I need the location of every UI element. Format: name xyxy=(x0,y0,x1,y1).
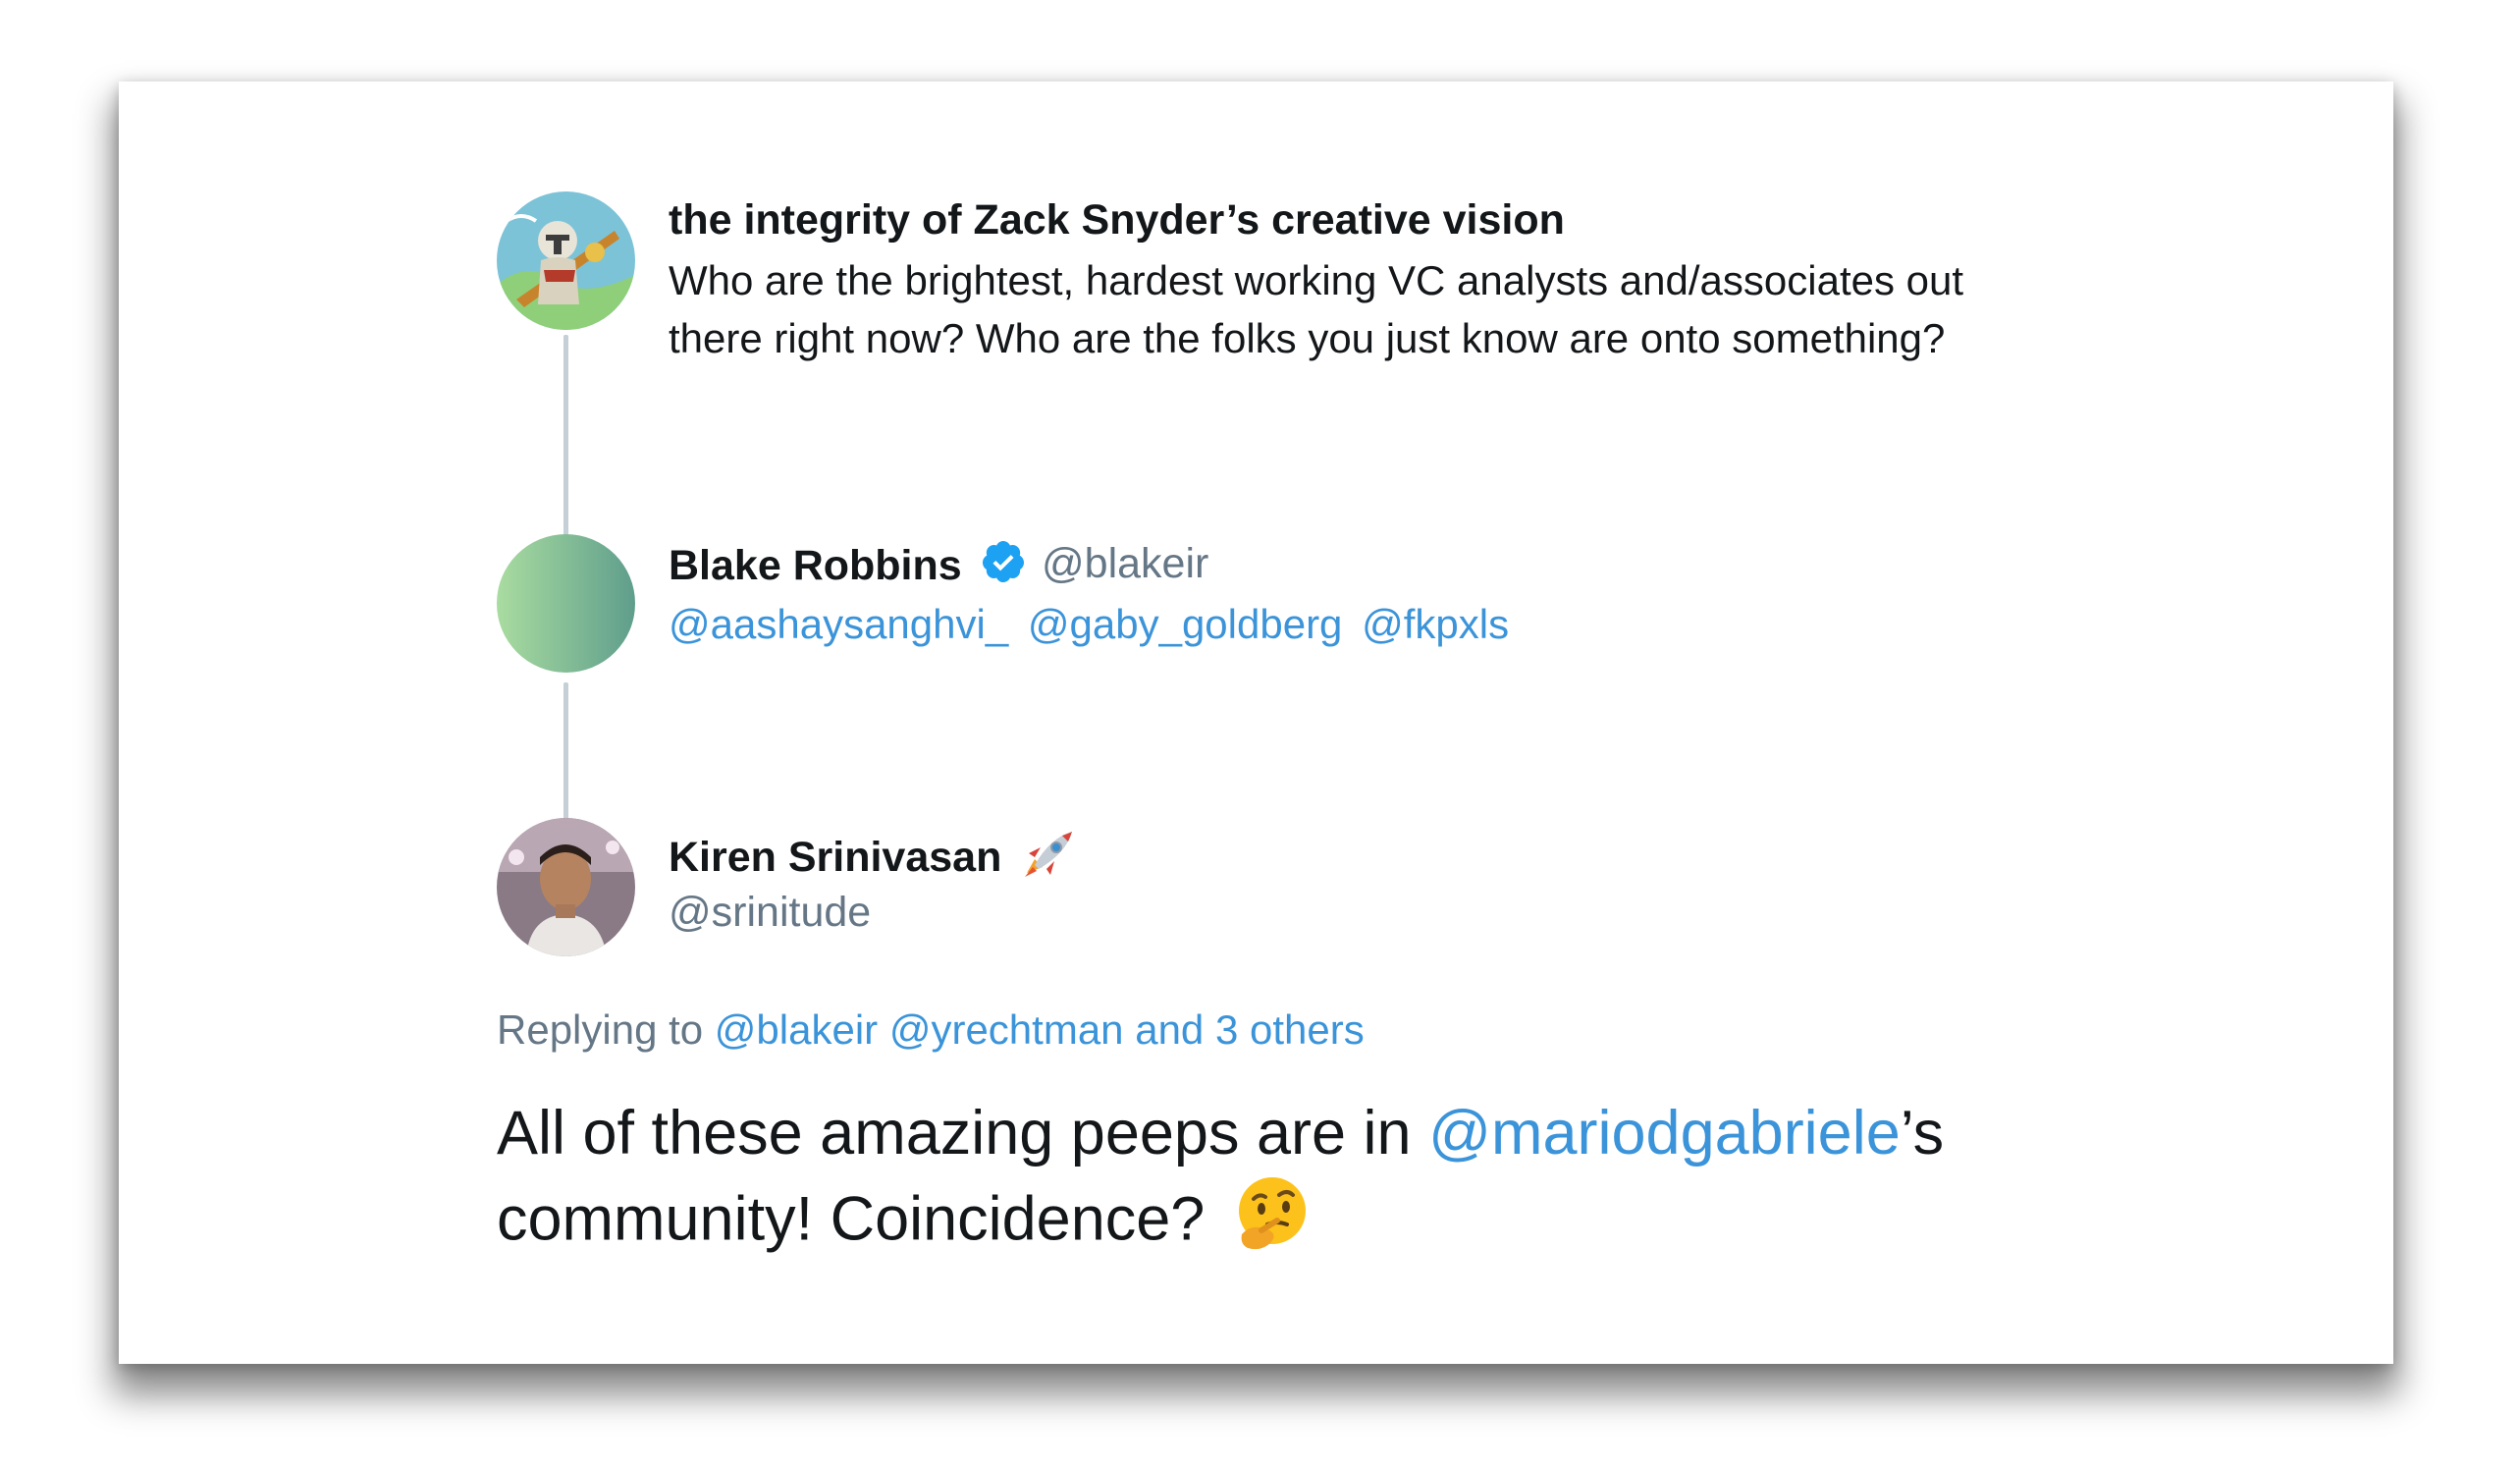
author-name-text: Blake Robbins xyxy=(669,542,962,589)
avatar[interactable] xyxy=(497,191,635,330)
author-display-name[interactable]: Blake Robbins xyxy=(669,538,1027,597)
reply-mention-link[interactable]: @yrechtman xyxy=(889,1006,1124,1053)
author-display-name[interactable]: Kiren Srinivasan xyxy=(669,828,1076,891)
author-handle[interactable]: @srinitude xyxy=(669,887,871,938)
mention-link[interactable]: @gaby_goldberg xyxy=(1028,601,1343,647)
tweet-text-line: there right now? Who are the folks you j… xyxy=(669,315,1946,361)
main-tweet-line: All of these amazing peeps are in @mario… xyxy=(497,1093,2264,1173)
reply-others-link[interactable]: and 3 others xyxy=(1135,1006,1365,1053)
main-tweet-line: community! Coincidence? xyxy=(497,1173,2264,1274)
mention-link[interactable]: @fkpxls xyxy=(1362,601,1509,647)
tweet-mentions: @aashaysanghvi_ @gaby_goldberg @fkpxls xyxy=(669,599,1517,650)
illustrated-avatar-icon xyxy=(497,191,635,330)
reply-mention-link[interactable]: @blakeir xyxy=(715,1006,878,1053)
avatar[interactable] xyxy=(497,818,635,956)
mention-link[interactable]: @aashaysanghvi_ xyxy=(669,601,1008,647)
replying-to-line: Replying to @blakeir @yrechtman and 3 ot… xyxy=(497,1004,1365,1056)
avatar[interactable] xyxy=(497,534,635,673)
replying-to-label: Replying to xyxy=(497,1006,704,1053)
author-display-name[interactable]: the integrity of Zack Snyder’s creative … xyxy=(669,194,1565,245)
main-tweet-text-part: All of these amazing peeps are in xyxy=(497,1099,1429,1167)
tweet-thread-card: the integrity of Zack Snyder’s creative … xyxy=(119,81,2393,1364)
profile-photo-avatar-icon xyxy=(497,818,635,956)
main-tweet-text-part: community! Coincidence? xyxy=(497,1184,1206,1254)
mention-link[interactable]: @mariodgabriele xyxy=(1428,1099,1901,1167)
tweet-text: Who are the brightest, hardest working V… xyxy=(669,251,2337,367)
tweet-text-line: Who are the brightest, hardest working V… xyxy=(669,257,1964,303)
author-name-text: Kiren Srinivasan xyxy=(669,834,1002,881)
author-handle[interactable]: @blakeir xyxy=(1042,538,1208,589)
verified-badge-icon xyxy=(980,538,1027,597)
thinking-face-emoji-icon xyxy=(1232,1173,1313,1274)
main-tweet-text-part: ’s xyxy=(1900,1099,1945,1167)
gradient-avatar-icon xyxy=(497,534,635,673)
main-tweet-text: All of these amazing peeps are in @mario… xyxy=(497,1093,2264,1274)
rocket-emoji-icon xyxy=(1021,828,1076,891)
